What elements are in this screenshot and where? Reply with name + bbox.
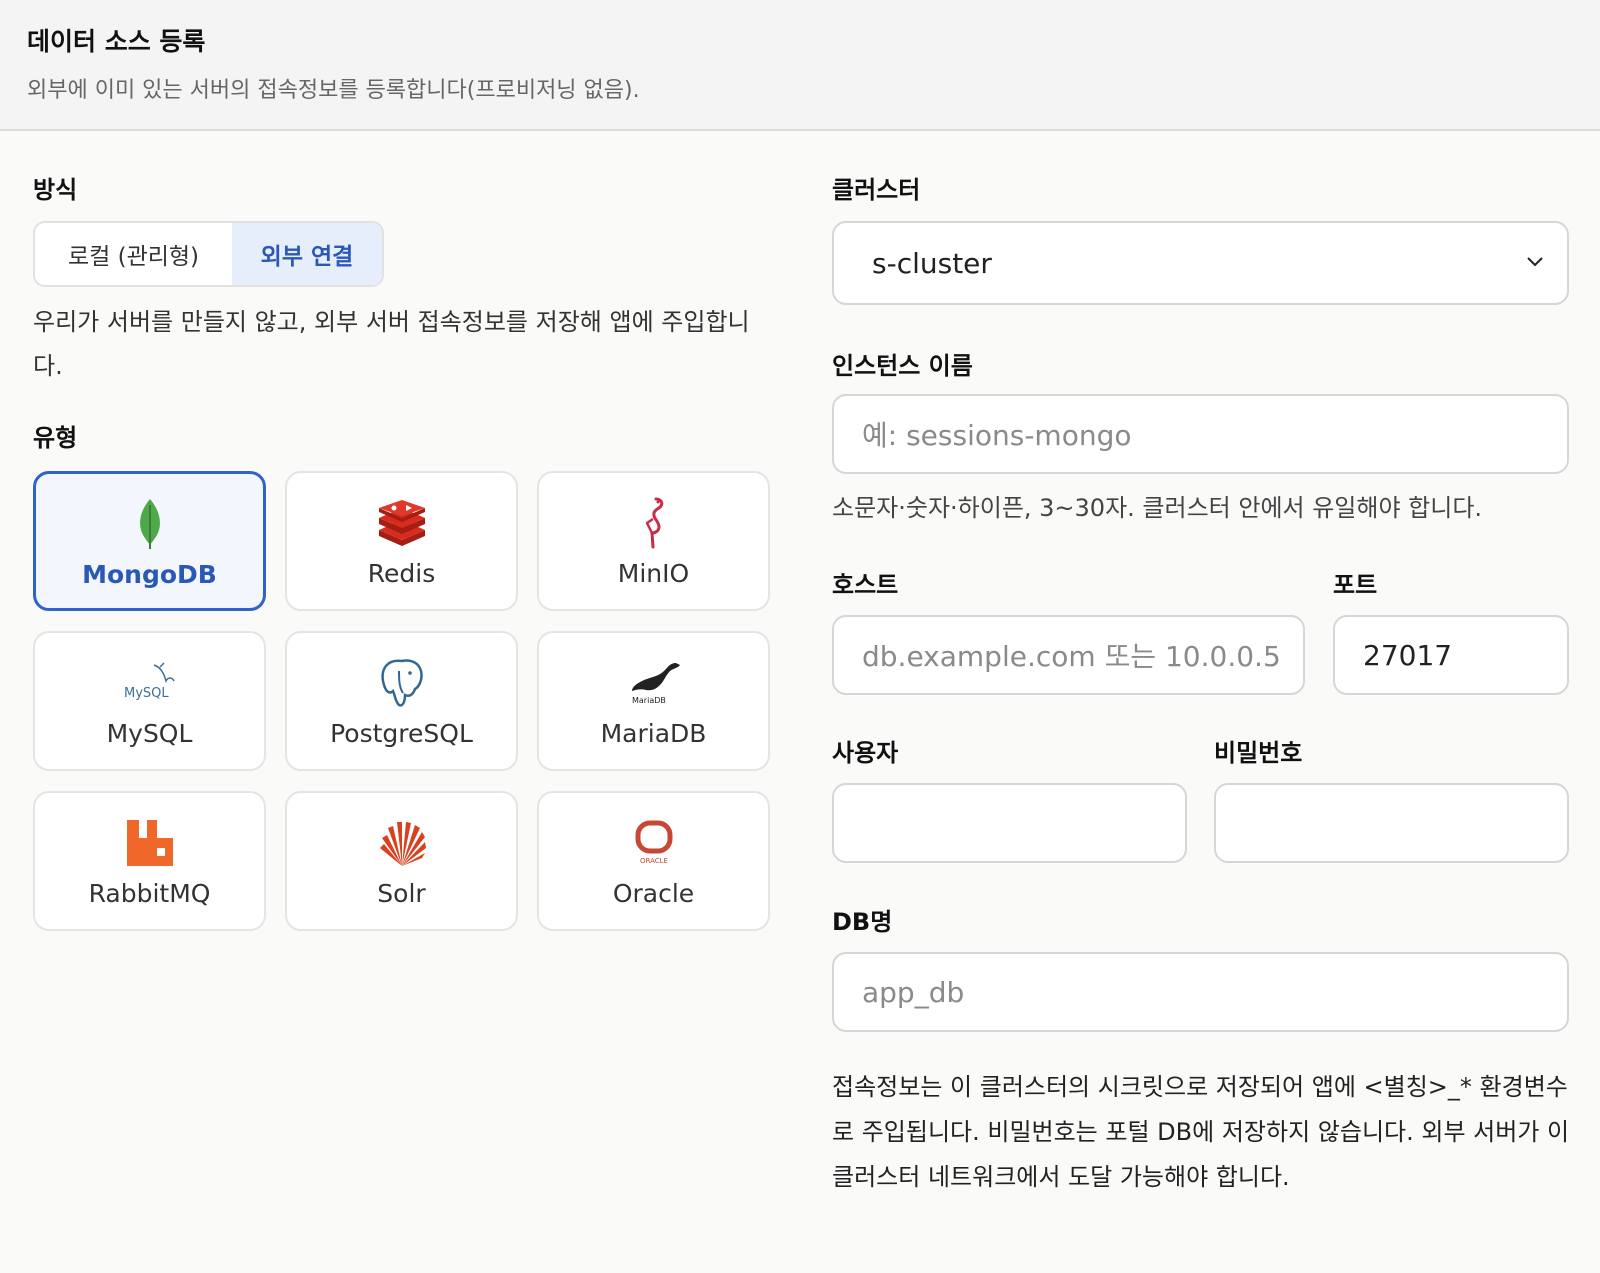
method-description: 우리가 서버를 만들지 않고, 외부 서버 접속정보를 저장해 앱에 주입합니다… — [33, 308, 750, 380]
port-input[interactable]: 27017 — [1333, 615, 1569, 695]
rabbitmq-icon — [35, 815, 264, 871]
mariadb-seal-icon: MariaDB — [539, 655, 768, 711]
dbname-placeholder: app_db — [862, 975, 965, 1009]
instance-name-placeholder: 예: sessions-mongo — [862, 419, 1132, 452]
type-label: 유형 — [33, 424, 78, 452]
host-input[interactable]: db.example.com 또는 10.0.0.5 — [832, 615, 1305, 695]
minio-flamingo-icon — [539, 495, 768, 551]
type-card-postgresql[interactable]: PostgreSQL — [285, 631, 518, 771]
svg-text:ORACLE: ORACLE — [640, 857, 668, 865]
type-card-name: Redis — [367, 559, 436, 588]
connection-info-note: 접속정보는 이 클러스터의 시크릿으로 저장되어 앱에 <별칭>_* 환경변수로… — [832, 1073, 1570, 1191]
page-subtitle: 외부에 이미 있는 서버의 접속정보를 등록합니다(프로비저닝 없음). — [27, 78, 640, 103]
type-card-name: Solr — [377, 879, 426, 908]
postgresql-elephant-icon — [287, 655, 516, 711]
host-placeholder: db.example.com 또는 10.0.0.5 — [862, 640, 1281, 673]
svg-text:MySQL: MySQL — [124, 686, 169, 701]
port-label: 포트 — [1333, 571, 1378, 599]
method-label: 방식 — [33, 176, 78, 204]
cluster-select[interactable]: s-cluster — [832, 221, 1569, 305]
dbname-label: DB명 — [832, 908, 893, 936]
chevron-down-icon — [1527, 257, 1543, 267]
redis-icon — [287, 495, 516, 551]
type-card-mysql[interactable]: MySQL MySQL — [33, 631, 266, 771]
cluster-label: 클러스터 — [832, 176, 921, 204]
host-label: 호스트 — [832, 571, 899, 599]
cluster-select-value: s-cluster — [872, 246, 992, 280]
instance-label: 인스턴스 이름 — [832, 352, 973, 380]
page-title: 데이터 소스 등록 — [27, 27, 206, 56]
type-card-name: MariaDB — [600, 719, 707, 748]
type-card-name: PostgreSQL — [330, 719, 473, 748]
port-value: 27017 — [1363, 638, 1453, 672]
type-card-rabbitmq[interactable]: RabbitMQ — [33, 791, 266, 931]
oracle-icon: ORACLE — [539, 815, 768, 871]
type-card-minio[interactable]: MinIO — [537, 471, 770, 611]
solr-sun-icon — [287, 815, 516, 871]
type-card-mongodb[interactable]: MongoDB — [33, 471, 266, 611]
method-option-external[interactable]: 외부 연결 — [232, 223, 382, 285]
type-card-name: MinIO — [617, 559, 690, 588]
type-card-name: MongoDB — [82, 560, 217, 589]
method-segmented-control: 로컬 (관리형) 외부 연결 — [33, 221, 384, 287]
mysql-dolphin-icon: MySQL — [35, 655, 264, 711]
type-card-name: RabbitMQ — [88, 879, 211, 908]
type-card-name: Oracle — [612, 879, 695, 908]
instance-name-input[interactable]: 예: sessions-mongo — [832, 394, 1569, 474]
type-card-mariadb[interactable]: MariaDB MariaDB — [537, 631, 770, 771]
mongodb-leaf-icon — [36, 496, 263, 552]
type-card-redis[interactable]: Redis — [285, 471, 518, 611]
dbname-input[interactable]: app_db — [832, 952, 1569, 1032]
svg-text:MariaDB: MariaDB — [632, 696, 666, 705]
user-label: 사용자 — [832, 739, 899, 767]
password-input[interactable] — [1214, 783, 1569, 863]
method-option-local[interactable]: 로컬 (관리형) — [35, 223, 232, 285]
instance-name-hint: 소문자·숫자·하이픈, 3~30자. 클러스터 안에서 유일해야 합니다. — [832, 494, 1483, 522]
type-card-oracle[interactable]: ORACLE Oracle — [537, 791, 770, 931]
password-label: 비밀번호 — [1214, 739, 1303, 767]
page-header: 데이터 소스 등록 외부에 이미 있는 서버의 접속정보를 등록합니다(프로비저… — [0, 0, 1600, 131]
type-card-solr[interactable]: Solr — [285, 791, 518, 931]
user-input[interactable] — [832, 783, 1187, 863]
type-card-name: MySQL — [106, 719, 193, 748]
